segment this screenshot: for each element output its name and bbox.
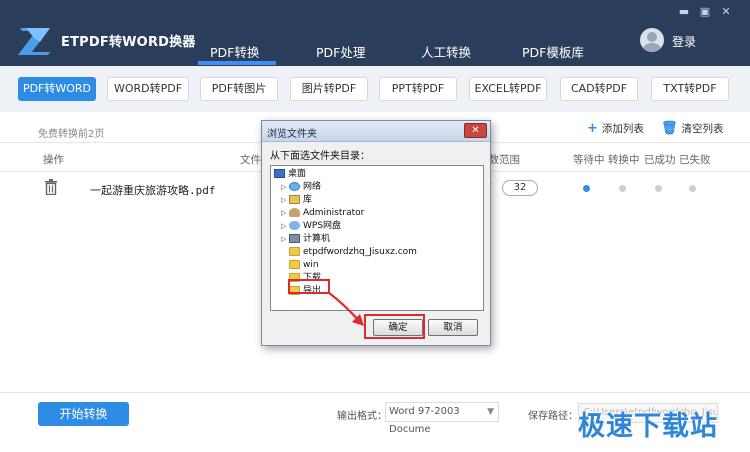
status-failed-dot bbox=[689, 185, 696, 192]
expand-arrow-icon[interactable]: ▷ bbox=[281, 207, 289, 220]
header-converting: 转换中 bbox=[608, 154, 640, 166]
status-waiting-dot bbox=[583, 185, 590, 192]
tab-pdf-templates[interactable]: PDF模板库 bbox=[522, 42, 584, 61]
subtab-image-to-pdf[interactable]: 图片转PDF bbox=[290, 77, 368, 101]
network-icon bbox=[289, 182, 300, 191]
file-name: 一起游重庆旅游攻略.pdf bbox=[90, 184, 216, 197]
active-tab-indicator bbox=[198, 61, 276, 65]
expand-arrow-icon[interactable]: ▷ bbox=[281, 220, 289, 233]
app-logo-icon bbox=[18, 28, 50, 55]
cloud-icon bbox=[289, 221, 300, 230]
tree-item-desktop[interactable]: 桌面 bbox=[274, 168, 306, 181]
subtab-ppt-to-pdf[interactable]: PPT转PDF bbox=[379, 77, 457, 101]
avatar[interactable] bbox=[640, 28, 664, 52]
tree-item-network[interactable]: ▷ 网络 bbox=[281, 181, 321, 194]
tree-item-label: win bbox=[303, 260, 319, 270]
app-window: ETPDF转WORD换器 PDF转换 PDF处理 人工转换 PDF模板库 ▬ ▣… bbox=[0, 0, 750, 452]
page-count-field[interactable]: 32 bbox=[502, 180, 538, 196]
folder-icon bbox=[289, 247, 300, 256]
tree-item-label: 桌面 bbox=[288, 169, 307, 179]
add-list-button[interactable]: + 添加列表 bbox=[587, 121, 644, 136]
tree-item-label: 计算机 bbox=[303, 234, 331, 244]
maximize-icon[interactable]: ▣ bbox=[697, 5, 713, 19]
clear-list-button[interactable]: 🗑 清空列表 bbox=[661, 121, 724, 136]
plus-icon: + bbox=[587, 121, 598, 136]
delete-icon[interactable] bbox=[44, 179, 58, 195]
chevron-down-icon: ▼ bbox=[487, 407, 494, 417]
conversion-type-bar: PDF转WORD WORD转PDF PDF转图片 图片转PDF PPT转PDF … bbox=[0, 66, 750, 112]
selected-folder-highlight bbox=[288, 279, 330, 294]
subtab-excel-to-pdf[interactable]: EXCEL转PDF bbox=[469, 77, 547, 101]
tab-pdf-process[interactable]: PDF处理 bbox=[316, 42, 365, 61]
header-success: 已成功 bbox=[644, 154, 676, 166]
computer-icon bbox=[289, 234, 300, 243]
browse-folder-dialog: 浏览文件夹 ✕ 从下面选文件夹目录： 桌面 ▷ 网络 ▷ 库 ▷ Administra… bbox=[261, 120, 491, 346]
app-title: ETPDF转WORD换器 bbox=[61, 35, 196, 50]
tree-item-label: 网络 bbox=[303, 182, 322, 192]
add-list-label: 添加列表 bbox=[601, 123, 644, 135]
dialog-title: 浏览文件夹 bbox=[267, 129, 317, 140]
tree-item-library[interactable]: ▷ 库 bbox=[281, 194, 312, 207]
user-folder-icon bbox=[289, 208, 300, 217]
tab-manual-convert[interactable]: 人工转换 bbox=[421, 42, 471, 61]
tree-item-label: 库 bbox=[303, 195, 313, 205]
subtab-cad-to-pdf[interactable]: CAD转PDF bbox=[560, 77, 638, 101]
output-format-value: Word 97-2003 Docume bbox=[389, 406, 460, 435]
login-link[interactable]: 登录 bbox=[672, 33, 696, 50]
tab-pdf-convert[interactable]: PDF转换 bbox=[210, 42, 259, 61]
library-icon bbox=[289, 195, 300, 204]
header-failed: 已失败 bbox=[679, 154, 711, 166]
subtab-txt-to-pdf[interactable]: TXT转PDF bbox=[651, 77, 729, 101]
tree-item-etpdf-folder[interactable]: etpdfwordzhq_Jisuxz.com bbox=[289, 246, 417, 259]
header-action: 操作 bbox=[43, 154, 64, 166]
cancel-button[interactable]: 取消 bbox=[428, 319, 478, 336]
free-conversion-note: 免费转换前2页 bbox=[38, 129, 105, 140]
tree-item-win[interactable]: win bbox=[289, 259, 319, 272]
tree-item-wps-cloud[interactable]: ▷ WPS网盘 bbox=[281, 220, 341, 233]
status-success-dot bbox=[655, 185, 662, 192]
expand-arrow-icon[interactable]: ▷ bbox=[281, 233, 289, 246]
subtab-word-to-pdf[interactable]: WORD转PDF bbox=[107, 77, 189, 101]
ok-button-highlight bbox=[364, 314, 425, 339]
watermark-text: 极速下载站 bbox=[578, 411, 718, 442]
dialog-prompt: 从下面选文件夹目录： bbox=[270, 151, 370, 162]
desktop-icon bbox=[274, 169, 285, 178]
app-header: ETPDF转WORD换器 PDF转换 PDF处理 人工转换 PDF模板库 ▬ ▣… bbox=[0, 0, 750, 66]
output-format-select[interactable]: Word 97-2003 Docume ▼ bbox=[385, 402, 499, 435]
tree-item-administrator[interactable]: ▷ Administrator bbox=[281, 207, 364, 220]
close-icon[interactable]: ✕ bbox=[718, 5, 734, 19]
subtab-pdf-to-word[interactable]: PDF转WORD bbox=[18, 77, 96, 101]
trash-icon: 🗑 bbox=[661, 121, 678, 136]
folder-icon bbox=[289, 260, 300, 269]
folder-tree[interactable]: 桌面 ▷ 网络 ▷ 库 ▷ Administrator ▷ WPS网盘 ▷ 计算机 etp… bbox=[270, 165, 484, 311]
dialog-close-button[interactable]: ✕ bbox=[464, 123, 487, 138]
status-converting-dot bbox=[619, 185, 626, 192]
expand-arrow-icon[interactable]: ▷ bbox=[281, 181, 289, 194]
output-format-label: 输出格式： bbox=[337, 411, 387, 422]
expand-arrow-icon[interactable]: ▷ bbox=[281, 194, 289, 207]
clear-list-label: 清空列表 bbox=[681, 123, 724, 135]
save-path-label: 保存路径： bbox=[528, 411, 578, 422]
tree-item-computer[interactable]: ▷ 计算机 bbox=[281, 233, 330, 246]
tree-item-label: Administrator bbox=[303, 208, 365, 218]
minimize-icon[interactable]: ▬ bbox=[676, 5, 692, 19]
start-convert-button[interactable]: 开始转换 bbox=[38, 402, 129, 426]
tree-item-label: WPS网盘 bbox=[303, 221, 342, 231]
header-waiting: 等待中 bbox=[573, 154, 605, 166]
subtab-pdf-to-image[interactable]: PDF转图片 bbox=[200, 77, 278, 101]
dialog-titlebar[interactable]: 浏览文件夹 ✕ bbox=[262, 121, 490, 142]
tree-item-label: etpdfwordzhq_Jisuxz.com bbox=[303, 247, 417, 257]
